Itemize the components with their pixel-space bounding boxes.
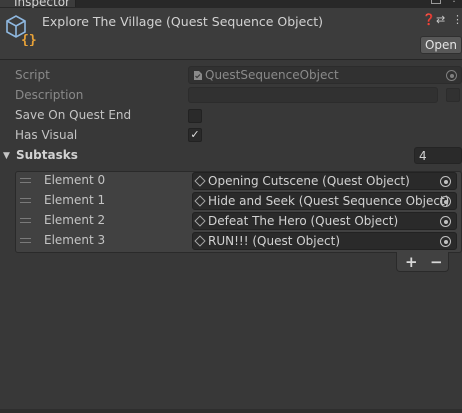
preset-sliders-icon[interactable]: ⇄ (436, 13, 445, 26)
element-value: Defeat The Hero (Quest Object) (208, 214, 399, 228)
element-label: Element 3 (44, 233, 106, 247)
quest-object-icon (194, 195, 206, 207)
subtasks-label[interactable]: Subtasks (16, 148, 78, 162)
object-picker-icon[interactable] (440, 196, 451, 207)
element-value: Opening Cutscene (Quest Object) (208, 174, 410, 188)
element-object-field[interactable]: Opening Cutscene (Quest Object) (192, 172, 457, 190)
element-label: Element 2 (44, 213, 106, 227)
save-on-quest-end-label: Save On Quest End (15, 108, 132, 122)
remove-element-button[interactable]: − (430, 253, 443, 271)
bottom-bar (0, 409, 462, 413)
subtasks-size-value: 4 (419, 149, 427, 163)
add-element-button[interactable]: + (405, 253, 418, 271)
element-object-field[interactable]: Defeat The Hero (Quest Object) (192, 212, 457, 230)
element-label: Element 0 (44, 173, 106, 187)
drag-handle-icon[interactable] (20, 178, 31, 183)
drag-handle-icon[interactable] (20, 198, 31, 203)
element-label: Element 1 (44, 193, 106, 207)
script-file-icon (194, 71, 202, 80)
inspector-tab[interactable]: Inspector (0, 0, 76, 9)
description-toggle (446, 88, 460, 102)
lock-icon[interactable] (431, 0, 441, 4)
element-object-field[interactable]: RUN!!! (Quest Object) (192, 232, 457, 250)
element-value: RUN!!! (Quest Object) (208, 234, 340, 248)
save-on-quest-end-checkbox[interactable] (188, 109, 202, 123)
quest-object-icon (194, 175, 206, 187)
has-visual-checkbox[interactable]: ✓ (188, 128, 202, 142)
object-picker-icon[interactable] (440, 176, 451, 187)
script-field: QuestSequenceObject (188, 66, 462, 84)
subtasks-size-field[interactable]: 4 (414, 147, 462, 164)
object-picker-icon[interactable] (440, 216, 451, 227)
object-picker-icon[interactable] (440, 236, 451, 247)
svg-text:{}: {} (21, 33, 37, 46)
description-field (188, 87, 438, 103)
script-label: Script (15, 68, 50, 82)
element-object-field[interactable]: Hide and Seek (Quest Sequence Object) (192, 192, 457, 210)
description-label: Description (15, 88, 84, 102)
help-icon[interactable]: ❓ (422, 13, 436, 26)
more-menu-icon[interactable]: ⋮ (452, 13, 462, 26)
element-value: Hide and Seek (Quest Sequence Object) (208, 194, 450, 208)
header-separator (0, 59, 462, 60)
foldout-arrow-icon[interactable]: ▼ (3, 151, 10, 161)
drag-handle-icon[interactable] (20, 218, 31, 223)
has-visual-label: Has Visual (15, 128, 78, 142)
quest-object-icon (194, 215, 206, 227)
tab-menu-icon[interactable]: ⋮ (449, 0, 459, 4)
header-title: Explore The Village (Quest Sequence Obje… (42, 14, 323, 29)
prefab-cube-icon: {} (6, 15, 37, 46)
checkmark-icon: ✓ (190, 128, 200, 141)
script-value: QuestSequenceObject (205, 68, 339, 82)
script-picker-icon (446, 70, 457, 81)
drag-handle-icon[interactable] (20, 238, 31, 243)
quest-object-icon (194, 235, 206, 247)
open-button[interactable]: Open (420, 36, 462, 54)
